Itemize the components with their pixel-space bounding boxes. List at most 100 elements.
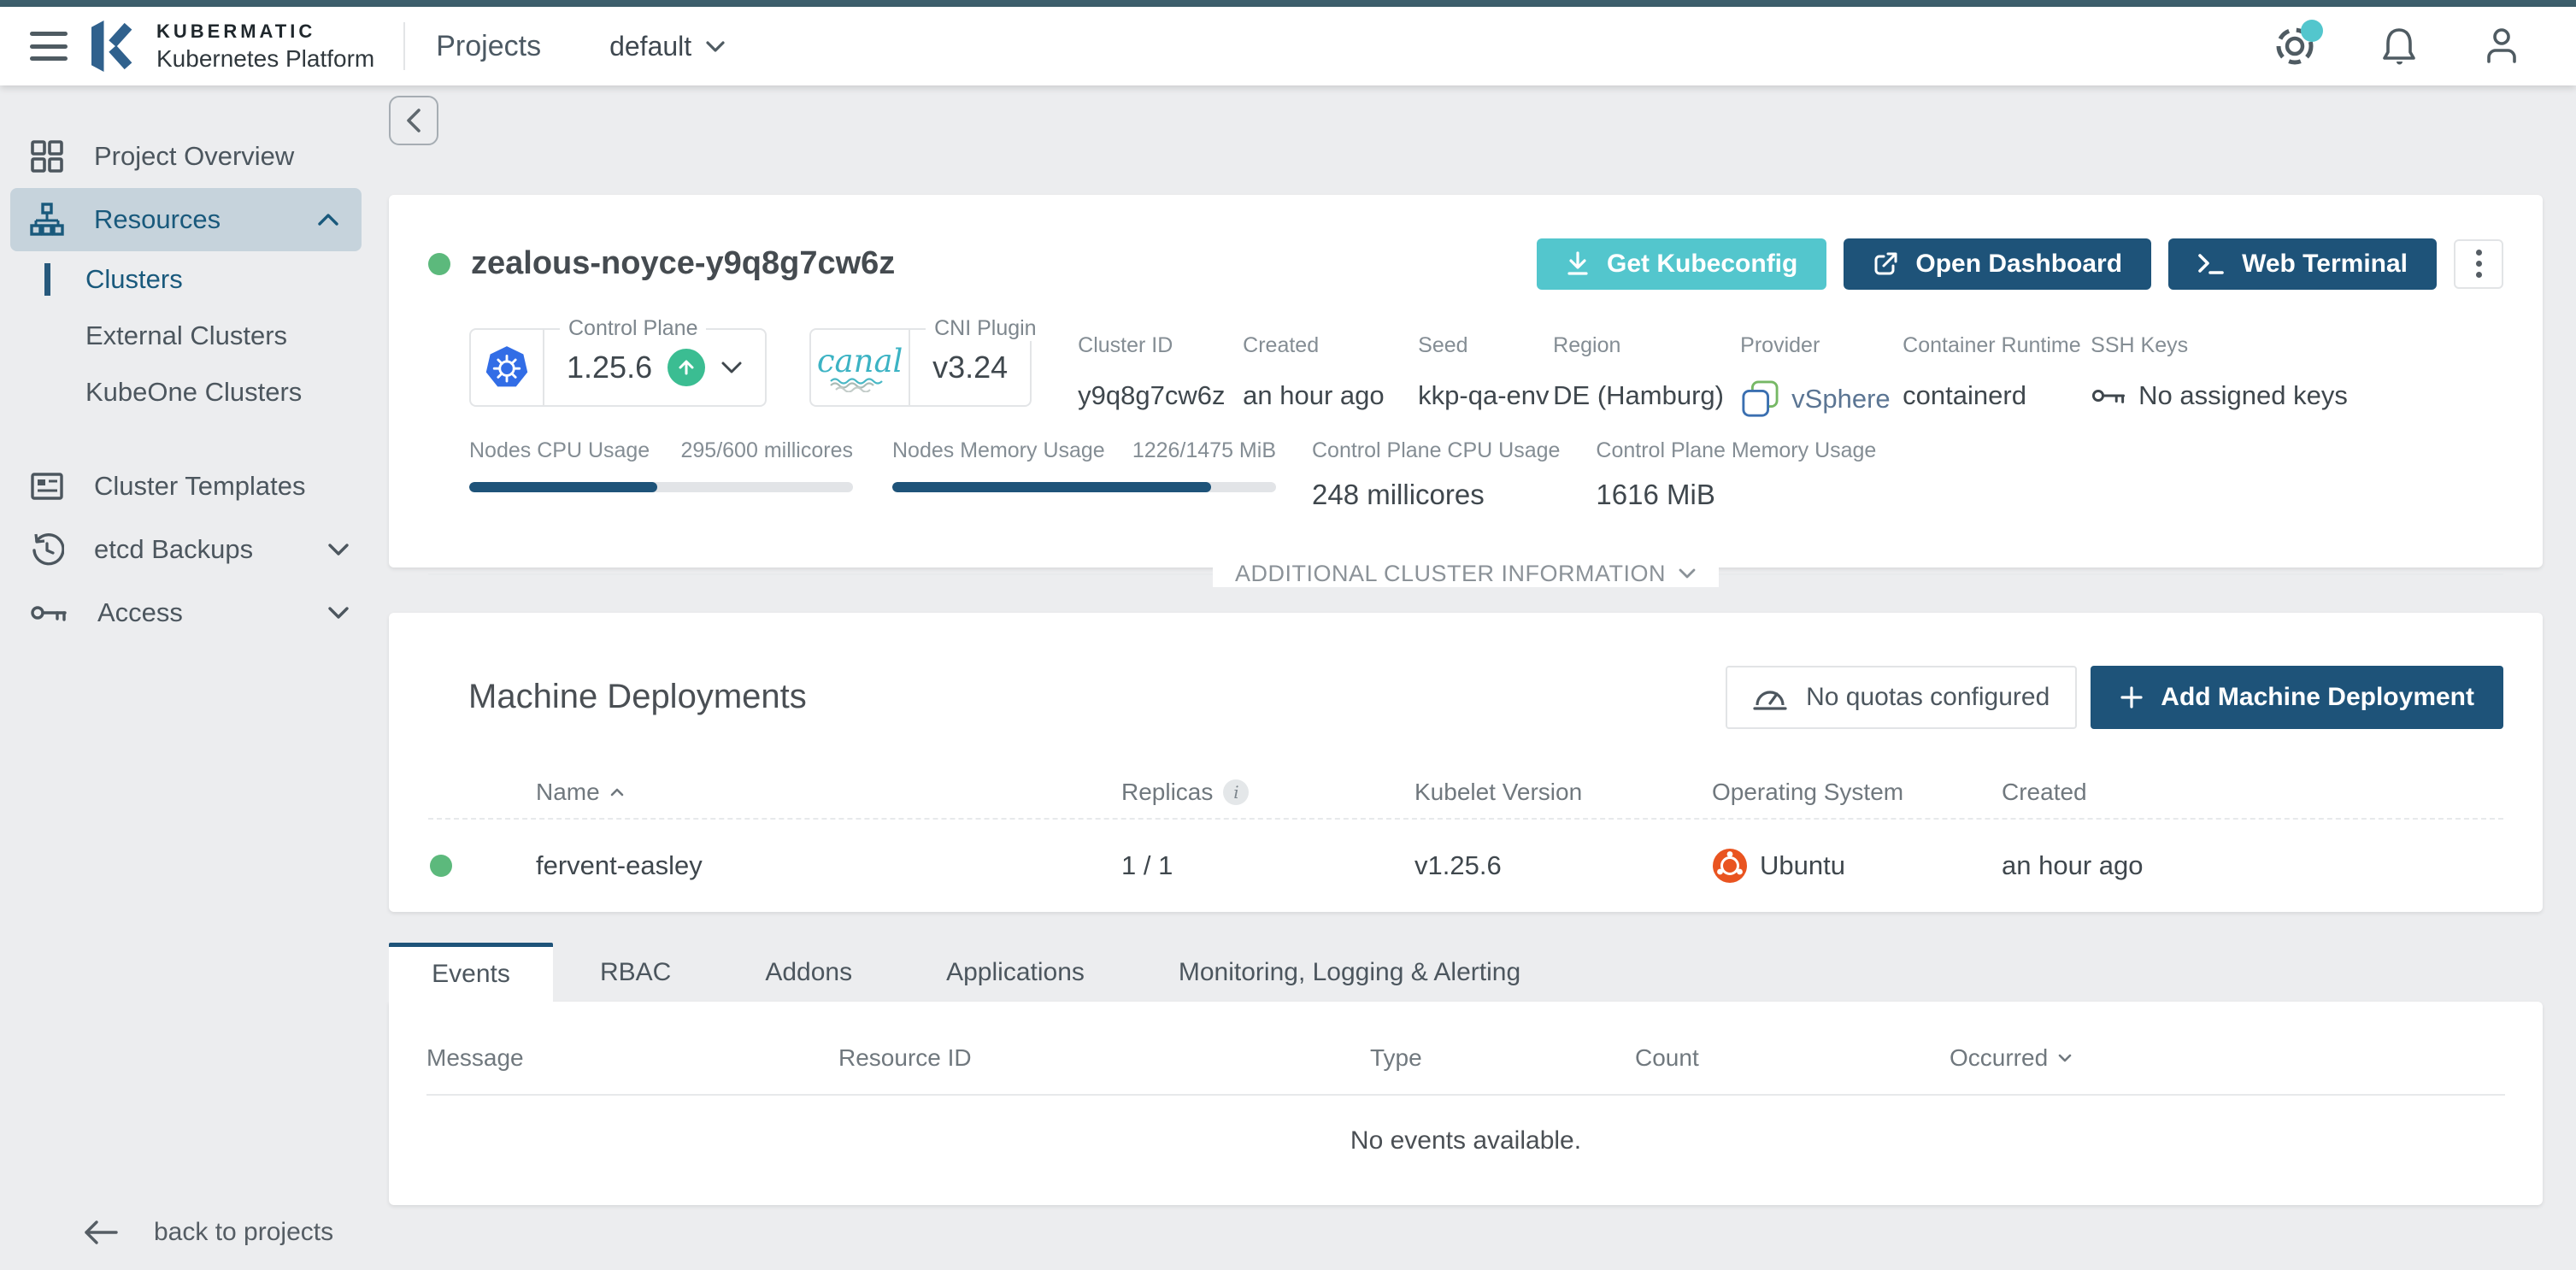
user-icon[interactable] [2482, 26, 2521, 67]
tab-applications[interactable]: Applications [899, 943, 1132, 1002]
nodes-cpu-progressbar [469, 481, 853, 492]
open-dashboard-button[interactable]: Open Dashboard [1844, 238, 2152, 290]
add-machine-deployment-button[interactable]: Add Machine Deployment [2091, 665, 2503, 729]
kubermatic-app: KUBERMATIC Kubernetes Platform Projects … [0, 0, 2576, 1270]
gauge-icon [1753, 691, 1787, 710]
chevron-down-icon [1679, 569, 1696, 579]
attribute-cluster-id: Cluster ID y9q8g7cw6z [1078, 332, 1226, 410]
control-plane-version-dropdown[interactable]: Control Plane 1.25.6 [543, 315, 768, 407]
project-selector-value: default [609, 30, 692, 62]
sitemap-icon [30, 203, 64, 236]
menu-icon[interactable] [30, 32, 68, 61]
attribute-ssh-keys: SSH Keys No assigned keys [2091, 332, 2348, 410]
control-plane-widget: Control Plane 1.25.6 [469, 315, 768, 407]
row-replicas: 1 / 1 [1121, 850, 1173, 881]
events-card: Message Resource ID Type Count Occurred [389, 1002, 2543, 1205]
tab-rbac[interactable]: RBAC [553, 943, 718, 1002]
upgrade-available-icon[interactable] [668, 348, 706, 386]
plus-icon [2120, 686, 2143, 708]
tab-events[interactable]: Events [389, 943, 553, 1002]
canal-waves-icon [830, 378, 883, 393]
cluster-menu-kebab-icon[interactable] [2454, 238, 2503, 289]
column-header-name[interactable]: Name [536, 779, 624, 806]
column-header-replicas: Replicas i [1121, 779, 1250, 806]
kubermatic-logo-icon [91, 21, 132, 72]
cluster-detail-tabs: Events RBAC Addons Applications Monitori… [389, 943, 2543, 1002]
top-navbar: KUBERMATIC Kubernetes Platform Projects … [0, 7, 2576, 85]
history-icon [32, 533, 64, 566]
external-link-icon [1874, 252, 1897, 275]
vsphere-icon [1742, 380, 1779, 417]
brand-subtitle: Kubernetes Platform [156, 44, 375, 72]
tab-addons[interactable]: Addons [718, 943, 899, 1002]
machine-deployments-card: Machine Deployments No quotas configured [389, 613, 2543, 912]
additional-cluster-information-toggle[interactable]: ADDITIONAL CLUSTER INFORMATION [1212, 560, 1720, 587]
info-icon[interactable]: i [1223, 779, 1250, 806]
back-button[interactable] [389, 96, 438, 145]
kubernetes-icon [469, 327, 543, 407]
column-header-type: Type [1370, 1044, 1422, 1071]
row-status-dot [430, 855, 452, 878]
attribute-container-runtime: Container Runtime containerd [1903, 332, 2081, 410]
nodes-cpu-usage: Nodes CPU Usage 295/600 millicores [469, 438, 853, 492]
column-header-occurred[interactable]: Occurred [1950, 1044, 2072, 1072]
canal-logo: canal [809, 327, 909, 407]
download-icon [1567, 251, 1588, 275]
sidebar-item-label: Cluster Templates [94, 471, 306, 501]
sidebar-item-resources[interactable]: Resources [10, 188, 362, 251]
sidebar-item-cluster-templates[interactable]: Cluster Templates [0, 455, 372, 518]
control-plane-cpu-usage: Control Plane CPU Usage 248 millicores [1312, 438, 1561, 510]
notifications-icon[interactable] [2379, 26, 2419, 67]
get-kubeconfig-button[interactable]: Get Kubeconfig [1537, 238, 1827, 290]
sidebar-item-label: Project Overview [94, 141, 295, 171]
chevron-left-icon [407, 109, 421, 132]
machine-deployments-table-header: Name Replicas i Kubelet Version Operatin… [428, 770, 2503, 820]
attribute-created: Created an hour ago [1243, 332, 1385, 410]
column-header-kubelet-version: Kubelet Version [1414, 779, 1583, 806]
terminal-icon [2198, 254, 2224, 274]
column-header-count: Count [1635, 1044, 1699, 1071]
column-header-message: Message [426, 1044, 524, 1071]
chevron-down-icon [327, 606, 350, 620]
sidebar-item-external-clusters[interactable]: External Clusters [0, 308, 372, 364]
navbar-divider [403, 22, 406, 70]
nodes-memory-progressbar [892, 481, 1276, 492]
row-created: an hour ago [2002, 850, 2144, 881]
chevron-up-icon [317, 213, 339, 226]
chevron-down-icon [327, 543, 350, 556]
attribute-seed: Seed kkp-qa-env [1418, 332, 1550, 410]
machine-deployments-title: Machine Deployments [468, 678, 807, 716]
help-icon[interactable] [2273, 20, 2323, 68]
ubuntu-icon [1713, 849, 1747, 884]
help-badge [2301, 20, 2323, 42]
sidebar-item-etcd-backups[interactable]: etcd Backups [0, 518, 372, 581]
sidebar-item-access[interactable]: Access [0, 581, 372, 644]
top-accent-strip [0, 0, 2576, 7]
row-kubelet-version: v1.25.6 [1414, 850, 1502, 881]
nodes-memory-usage-value: 1226/1475 MiB [1132, 438, 1276, 462]
quota-button[interactable]: No quotas configured [1726, 665, 2078, 729]
tab-monitoring-logging-alerting[interactable]: Monitoring, Logging & Alerting [1132, 943, 1567, 1002]
key-icon [31, 606, 67, 621]
sidebar-item-label: Access [97, 597, 183, 627]
column-header-operating-system: Operating System [1712, 779, 1904, 806]
sidebar-item-kubeone-clusters[interactable]: KubeOne Clusters [0, 364, 372, 420]
back-to-projects-link[interactable]: back to projects [77, 1217, 338, 1248]
sidebar-item-project-overview[interactable]: Project Overview [0, 125, 372, 188]
project-selector[interactable]: default [604, 30, 731, 63]
cni-version-box: CNI Plugin v3.24 [909, 315, 1045, 407]
main-content: zealous-noyce-y9q8g7cw6z Get Kubeconfig [372, 85, 2576, 1270]
template-icon [31, 473, 63, 500]
kubermatic-logo[interactable]: KUBERMATIC Kubernetes Platform [91, 20, 374, 73]
cluster-name: zealous-noyce-y9q8g7cw6z [471, 245, 896, 282]
attribute-provider: Provider vSphere [1740, 333, 1903, 418]
ssh-key-icon [2092, 389, 2126, 403]
web-terminal-button[interactable]: Web Terminal [2168, 238, 2437, 290]
machine-deployment-row[interactable]: fervent-easley 1 / 1 v1.25.6 Ubuntu an h… [428, 820, 2503, 912]
grid-icon [31, 140, 63, 173]
nodes-cpu-usage-value: 295/600 millicores [680, 438, 854, 462]
sort-asc-icon [610, 789, 624, 797]
sidebar-item-clusters[interactable]: Clusters [0, 251, 372, 308]
cluster-summary-card: zealous-noyce-y9q8g7cw6z Get Kubeconfig [389, 195, 2543, 587]
row-name: fervent-easley [536, 850, 703, 881]
